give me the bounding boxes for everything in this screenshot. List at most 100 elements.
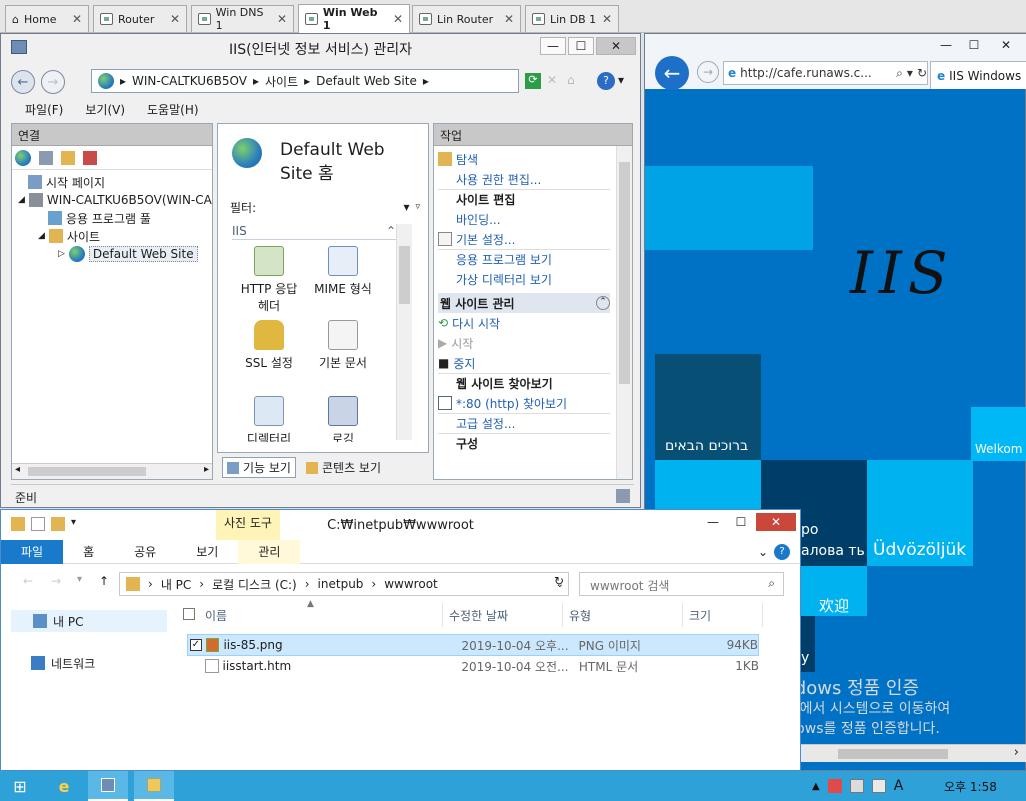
action-explore[interactable]: 탐색: [438, 149, 610, 169]
chevron-left-icon[interactable]: ◂: [15, 464, 20, 475]
back-button[interactable]: ←: [23, 574, 33, 588]
close-icon[interactable]: ✕: [602, 12, 612, 26]
maximize-button[interactable]: ☐: [961, 36, 987, 54]
search-icon[interactable]: ⌕: [896, 66, 903, 81]
horizontal-scrollbar[interactable]: ◂ ▸: [12, 463, 212, 479]
breadcrumb-item[interactable]: wwwroot: [384, 577, 438, 591]
nav-item-network[interactable]: 네트워크: [11, 652, 167, 674]
vertical-scrollbar[interactable]: [616, 146, 632, 479]
tree-item-app-pools[interactable]: 응용 프로그램 풀: [18, 209, 212, 227]
chevron-right-icon[interactable]: ▷: [58, 249, 65, 259]
tab-share[interactable]: 공유: [114, 540, 176, 564]
tab-router[interactable]: Router ✕: [93, 5, 187, 32]
tree-item-default-web-site[interactable]: ▷ Default Web Site: [18, 245, 212, 263]
column-name[interactable]: 이름: [199, 603, 443, 627]
group-header[interactable]: IIS ⌃: [232, 224, 396, 240]
action-center-icon[interactable]: [827, 779, 842, 793]
close-icon[interactable]: ✕: [277, 12, 287, 26]
scrollbar-thumb[interactable]: [399, 246, 410, 304]
taskbar-explorer[interactable]: [134, 771, 174, 801]
nav-item-this-pc[interactable]: 내 PC: [11, 610, 167, 632]
refresh-icon[interactable]: ⟳: [525, 73, 541, 89]
forward-button[interactable]: →: [41, 70, 65, 94]
breadcrumb-item[interactable]: 로컬 디스크 (C:): [212, 576, 297, 593]
breadcrumb-item[interactable]: 내 PC: [161, 576, 191, 593]
tab-home[interactable]: 홈: [63, 540, 114, 564]
action-restart[interactable]: ⟲ 다시 시작: [438, 313, 610, 333]
taskbar-iis[interactable]: [88, 771, 128, 801]
breadcrumb-item[interactable]: inetpub: [318, 577, 364, 591]
breadcrumb[interactable]: ▸ WIN-CALTKU6B5OV ▸ 사이트 ▸ Default Web Si…: [91, 69, 519, 93]
chevron-right-icon[interactable]: ▸: [204, 464, 209, 475]
address-path[interactable]: › 내 PC › 로컬 디스크 (C:) › inetpub › wwwroot…: [119, 572, 569, 596]
ie-address-bar[interactable]: e http://cafe.runaws.c... ⌕ ▾ ↻: [723, 61, 928, 85]
tree-item-sites[interactable]: ◢ 사이트: [18, 227, 212, 245]
scrollbar-thumb[interactable]: [838, 749, 948, 759]
forward-button[interactable]: →: [51, 574, 61, 588]
close-icon[interactable]: ✕: [170, 12, 180, 26]
feature-logging[interactable]: 로깅: [308, 396, 378, 442]
tab-features-view[interactable]: 기능 보기: [222, 457, 296, 478]
feature-mime-types[interactable]: MIME 형식: [308, 246, 378, 297]
action-bindings[interactable]: 바인딩...: [438, 209, 610, 229]
forward-button[interactable]: →: [697, 61, 719, 83]
start-button[interactable]: ⊞: [0, 771, 40, 801]
taskbar-ie[interactable]: e: [44, 771, 84, 801]
section-manage-website[interactable]: 웹 사이트 관리 ⌃: [438, 293, 610, 313]
clock[interactable]: 오후 1:58: [944, 778, 997, 795]
menu-file[interactable]: 파일(F): [25, 101, 63, 118]
action-browse-80[interactable]: *:80 (http) 찾아보기: [438, 393, 610, 413]
feature-http-headers[interactable]: HTTP 응답 헤더: [234, 246, 304, 314]
tab-view[interactable]: 보기: [176, 540, 238, 564]
delete-icon[interactable]: [83, 150, 97, 165]
feature-default-document[interactable]: 기본 문서: [308, 320, 378, 371]
chevron-down-icon[interactable]: ▾: [618, 73, 624, 87]
menu-help[interactable]: 도움말(H): [147, 101, 199, 118]
tab-win-dns-1[interactable]: Win DNS 1 ✕: [191, 5, 294, 32]
tab-lin-db-1[interactable]: Lin DB 1 ✕: [525, 5, 619, 32]
stop-icon[interactable]: ✕: [547, 73, 557, 87]
select-all-checkbox[interactable]: [183, 608, 195, 620]
chevron-up-icon[interactable]: ▲: [812, 781, 820, 792]
breadcrumb-item[interactable]: Default Web Site: [316, 74, 417, 88]
action-start[interactable]: ▶ 시작: [438, 333, 610, 353]
tab-manage[interactable]: 관리: [238, 539, 301, 564]
tab-home[interactable]: ⌂ Home ✕: [5, 5, 89, 32]
chevron-down-icon[interactable]: ▾: [907, 66, 913, 80]
back-button[interactable]: ←: [11, 70, 35, 94]
tab-win-web-1[interactable]: Win Web 1 ✕: [298, 4, 410, 33]
close-icon[interactable]: ✕: [504, 12, 514, 26]
volume-icon[interactable]: [871, 779, 886, 793]
save-icon[interactable]: [39, 150, 53, 165]
back-button[interactable]: ←: [655, 56, 689, 90]
file-row-iisstart[interactable]: iisstart.htm 2019-10-04 오전... HTML 문서 1K…: [187, 655, 759, 677]
connect-icon[interactable]: [15, 149, 31, 166]
chevron-down-icon[interactable]: ⌄: [758, 545, 768, 559]
chevron-down-icon[interactable]: ◢: [18, 195, 25, 205]
action-edit-permissions[interactable]: 사용 권한 편집...: [438, 169, 610, 189]
scrollbar-thumb[interactable]: [28, 467, 146, 476]
up-button[interactable]: ↑: [99, 574, 109, 588]
chevron-down-icon[interactable]: ◢: [38, 231, 45, 241]
refresh-icon[interactable]: ↻: [554, 574, 564, 588]
vertical-scrollbar[interactable]: [396, 224, 412, 440]
close-button[interactable]: ✕: [756, 513, 796, 531]
close-button[interactable]: ✕: [989, 36, 1023, 54]
feature-ssl-settings[interactable]: SSL 설정: [234, 320, 304, 371]
folder-icon[interactable]: [61, 150, 75, 165]
search-input[interactable]: wwwroot 검색 ⌕: [579, 572, 784, 596]
menu-view[interactable]: 보기(V): [85, 101, 125, 118]
action-stop[interactable]: ■ 중지: [438, 353, 610, 373]
help-icon[interactable]: ?: [597, 72, 615, 90]
action-view-applications[interactable]: 응용 프로그램 보기: [438, 249, 610, 269]
column-size[interactable]: 크기: [683, 603, 763, 627]
collapse-icon[interactable]: ⌃: [596, 296, 610, 310]
chevron-right-icon[interactable]: ›: [1014, 745, 1019, 760]
scrollbar-thumb[interactable]: [619, 162, 630, 384]
feature-directory-browsing[interactable]: 디렉터리: [234, 396, 304, 442]
tab-content-view[interactable]: 콘텐츠 보기: [302, 457, 385, 478]
column-date[interactable]: 수정한 날짜: [443, 603, 563, 627]
search-icon[interactable]: ⌕: [768, 576, 775, 591]
filter-dropdown[interactable]: ▾: [403, 200, 409, 214]
ime-indicator[interactable]: A: [894, 778, 904, 794]
